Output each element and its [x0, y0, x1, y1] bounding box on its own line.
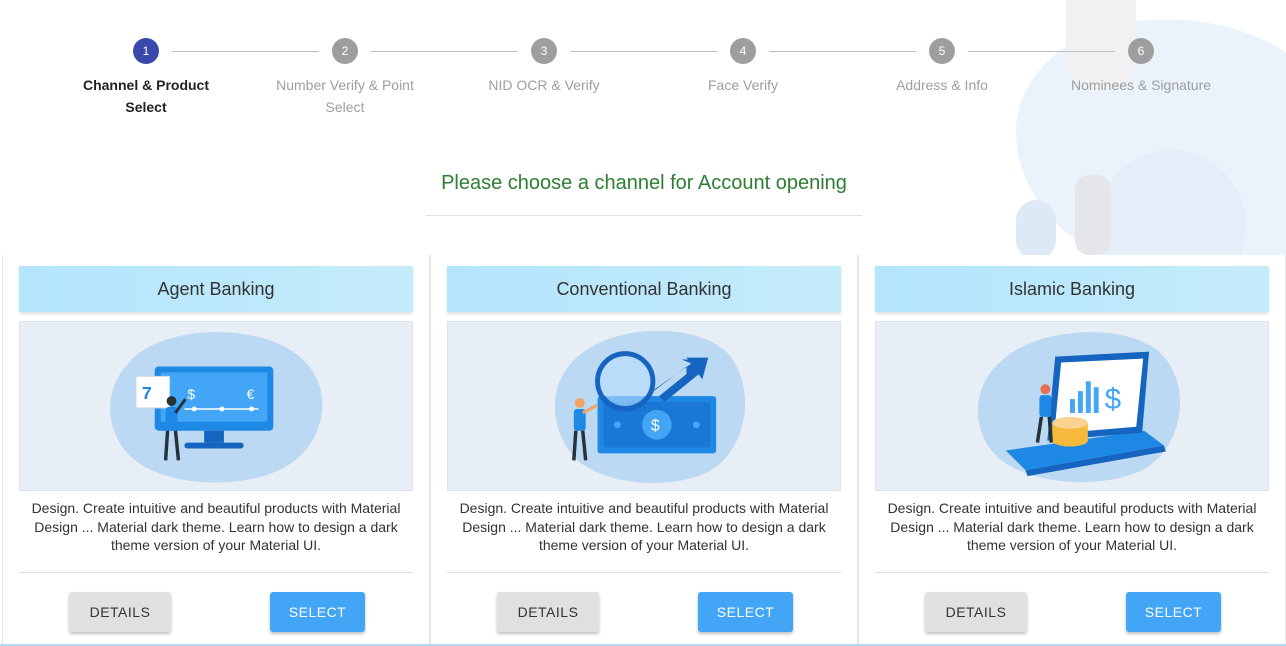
step-label: Channel & Product Select — [82, 77, 209, 115]
step-number-verify-point-select[interactable]: 2 Number Verify & Point Select — [245, 38, 445, 118]
svg-text:$: $ — [1105, 383, 1121, 416]
step-number-badge: 1 — [133, 38, 159, 64]
card-islamic-banking: Islamic Banking $ Design. Create intuiti… — [858, 255, 1286, 646]
card-divider — [19, 572, 413, 573]
islamic-banking-illustration: $ — [977, 332, 1180, 483]
select-button[interactable]: SELECT — [270, 592, 365, 632]
step-number-badge: 5 — [929, 38, 955, 64]
step-label: Nominees & Signature — [1070, 77, 1212, 93]
details-button[interactable]: DETAILS — [497, 592, 599, 632]
card-description: Design. Create intuitive and beautiful p… — [459, 500, 829, 553]
step-label: Face Verify — [707, 77, 779, 93]
card-description: Design. Create intuitive and beautiful p… — [31, 500, 401, 553]
card-title: Islamic Banking — [875, 266, 1269, 312]
svg-text:7: 7 — [142, 383, 152, 403]
step-label: Address & Info — [896, 77, 988, 93]
details-button[interactable]: DETAILS — [925, 592, 1027, 632]
background-blob — [1016, 200, 1056, 260]
step-label: NID OCR & Verify — [488, 77, 600, 93]
step-channel-product-select[interactable]: 1 Channel & Product Select — [46, 38, 246, 118]
svg-text:$: $ — [187, 386, 195, 402]
step-face-verify[interactable]: 4 Face Verify — [643, 38, 843, 96]
progress-stepper: 1 Channel & Product Select 2 Number Veri… — [46, 38, 1241, 138]
select-button[interactable]: SELECT — [1126, 592, 1221, 632]
card-description: Design. Create intuitive and beautiful p… — [887, 500, 1257, 553]
step-number-badge: 4 — [730, 38, 756, 64]
details-button[interactable]: DETAILS — [69, 592, 171, 632]
svg-text:€: € — [247, 386, 255, 402]
card-divider — [875, 572, 1269, 573]
conventional-banking-illustration: $ — [554, 330, 746, 483]
islamic-banking-illustration: $ — [875, 321, 1269, 491]
conventional-banking-illustration: $ — [447, 321, 841, 491]
step-nid-ocr-verify[interactable]: 3 NID OCR & Verify — [444, 38, 644, 96]
card-divider — [447, 572, 841, 573]
agent-banking-illustration: $ € 7 — [110, 332, 323, 483]
step-nominees-signature[interactable]: 6 Nominees & Signature — [1041, 38, 1241, 96]
card-agent-banking: Agent Banking $ € 7 Design. Create intui… — [2, 255, 430, 646]
step-number-badge: 6 — [1128, 38, 1154, 64]
select-button[interactable]: SELECT — [698, 592, 793, 632]
page-heading: Please choose a channel for Account open… — [441, 172, 847, 194]
channel-card-list: Agent Banking $ € 7 Design. Create intui… — [2, 255, 1286, 646]
step-label: Number Verify & Point Select — [276, 77, 414, 115]
step-address-info[interactable]: 5 Address & Info — [842, 38, 1042, 96]
step-number-badge: 2 — [332, 38, 358, 64]
heading-divider — [426, 215, 862, 216]
card-conventional-banking: Conventional Banking $ Design. Create in… — [430, 255, 858, 646]
card-title: Conventional Banking — [447, 266, 841, 312]
agent-banking-illustration: $ € 7 — [19, 321, 413, 491]
card-title: Agent Banking — [19, 266, 413, 312]
background-blob — [1075, 175, 1111, 255]
step-number-badge: 3 — [531, 38, 557, 64]
svg-text:$: $ — [651, 418, 660, 435]
